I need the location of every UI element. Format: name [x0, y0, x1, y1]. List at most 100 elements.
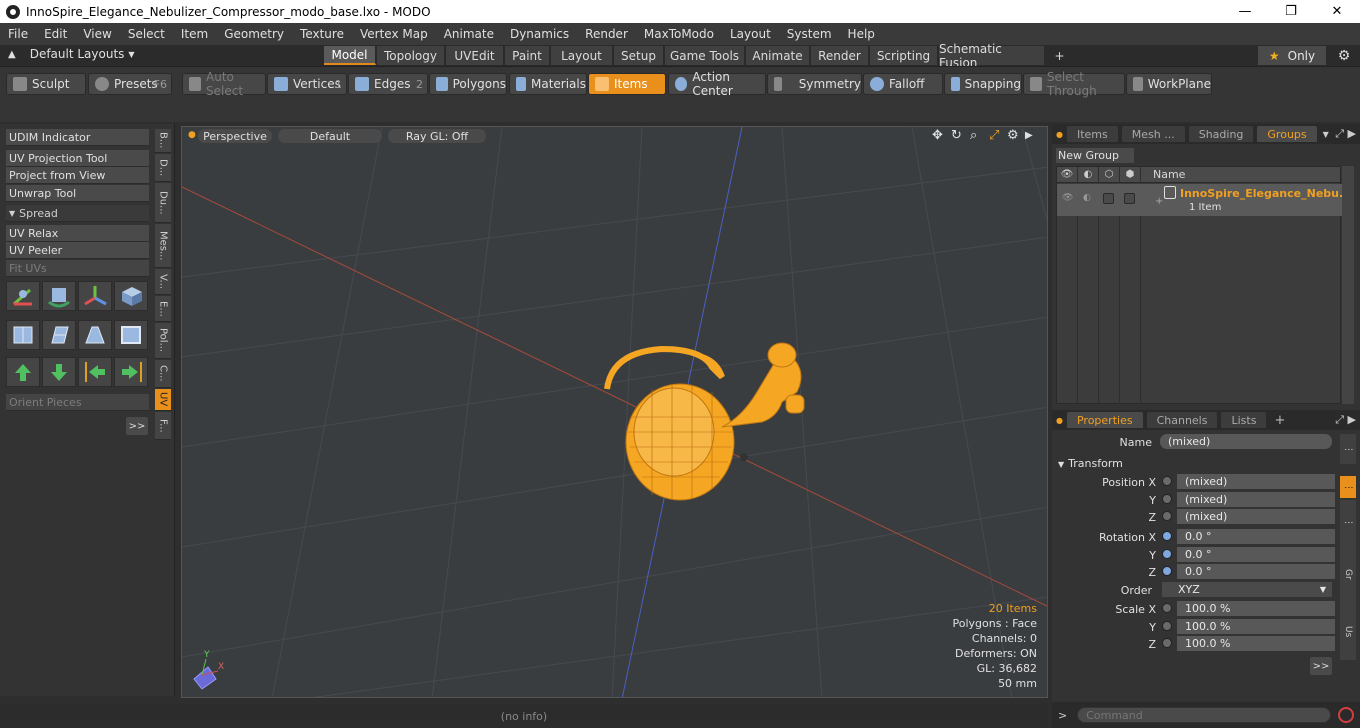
menu-render[interactable]: Render	[577, 27, 636, 41]
add-layout-tab-button[interactable]: +	[1046, 46, 1074, 65]
tab-properties[interactable]: Properties	[1066, 412, 1143, 428]
spread-section[interactable]: ▼ Spread	[6, 205, 149, 222]
side-strip-mid[interactable]: ⋮	[1340, 500, 1356, 544]
viewport-gear-icon[interactable]: ⚙	[1007, 128, 1019, 143]
select-through-button[interactable]: Select Through	[1023, 70, 1125, 98]
tab-paint[interactable]: Paint	[505, 46, 550, 65]
more-tools-button[interactable]: >>	[126, 417, 148, 435]
zoom-icon[interactable]: ⌕	[970, 128, 977, 143]
align-right-arrow-icon[interactable]	[114, 357, 148, 387]
more-properties-button[interactable]: >>	[1310, 657, 1332, 675]
tab-setup[interactable]: Setup	[614, 46, 664, 65]
command-stop-icon[interactable]	[1338, 707, 1354, 723]
collapse-up-icon[interactable]: ▲	[8, 49, 16, 60]
snapping-button[interactable]: Snapping	[944, 73, 1022, 95]
menu-vertex-map[interactable]: Vertex Map	[352, 27, 436, 41]
menu-help[interactable]: Help	[840, 27, 883, 41]
perspective-dropdown[interactable]: Perspective	[198, 129, 272, 143]
rotation-z-field[interactable]: 0.0 °	[1177, 564, 1335, 579]
position-z-anim-dot[interactable]	[1162, 511, 1172, 521]
rotation-y-anim-dot[interactable]	[1162, 549, 1172, 559]
minimize-button[interactable]: —	[1222, 0, 1268, 23]
uv-projection-tool-button[interactable]: UV Projection Tool	[6, 150, 149, 167]
maximize-button[interactable]: ❐	[1268, 0, 1314, 23]
side-strip-us[interactable]: Us	[1340, 604, 1356, 660]
tab-scripting[interactable]: Scripting	[870, 46, 938, 65]
vtab-d[interactable]: D...	[155, 154, 171, 182]
menu-dynamics[interactable]: Dynamics	[502, 27, 577, 41]
uv-rotate-tool-icon[interactable]	[42, 281, 76, 311]
menu-item[interactable]: Item	[173, 27, 216, 41]
uv-peeler-button[interactable]: UV Peeler	[6, 242, 149, 259]
menu-maxtomodo[interactable]: MaxToModo	[636, 27, 722, 41]
align-left-arrow-icon[interactable]	[78, 357, 112, 387]
group-row[interactable]: 👁 ◐ + InnoSpire_Elegance_Nebu... 1 Item	[1057, 184, 1352, 216]
position-y-anim-dot[interactable]	[1162, 494, 1172, 504]
align-up-arrow-icon[interactable]	[6, 357, 40, 387]
menu-texture[interactable]: Texture	[292, 27, 352, 41]
vtab-f[interactable]: F...	[155, 412, 171, 440]
vtab-pol[interactable]: Pol...	[155, 323, 171, 359]
menu-edit[interactable]: Edit	[36, 27, 75, 41]
presets-button[interactable]: Presets F6	[88, 73, 172, 95]
menu-system[interactable]: System	[779, 27, 840, 41]
uv-box-projection-icon[interactable]	[6, 320, 40, 350]
menu-file[interactable]: File	[0, 27, 36, 41]
fit-uvs-button[interactable]: Fit UVs	[6, 260, 149, 277]
sculpt-button[interactable]: Sculpt	[6, 73, 86, 95]
command-input[interactable]	[1077, 707, 1332, 723]
vertices-button[interactable]: Vertices 1	[267, 73, 347, 95]
uv-move-tool-icon[interactable]	[78, 281, 112, 311]
project-from-view-button[interactable]: Project from View	[6, 167, 149, 184]
order-dropdown[interactable]: XYZ ▼	[1162, 582, 1332, 597]
vtab-uv[interactable]: UV	[155, 389, 171, 411]
scale-x-anim-dot[interactable]	[1162, 603, 1172, 613]
tab-layout[interactable]: Layout	[551, 46, 613, 65]
orient-pieces-button[interactable]: Orient Pieces	[6, 394, 149, 411]
close-button[interactable]: ✕	[1314, 0, 1360, 23]
row-render-icon[interactable]: ◐	[1083, 193, 1094, 204]
rotate-view-icon[interactable]: ↻	[951, 128, 962, 143]
menu-view[interactable]: View	[75, 27, 119, 41]
falloff-button[interactable]: Falloff	[863, 73, 943, 95]
vtab-c[interactable]: C...	[155, 360, 171, 388]
position-x-anim-dot[interactable]	[1162, 476, 1172, 486]
visibility-eye-icon[interactable]: 👁	[1057, 166, 1078, 183]
materials-button[interactable]: Materials	[509, 73, 587, 95]
row-eye-icon[interactable]: 👁	[1062, 193, 1073, 204]
position-z-field[interactable]: (mixed)	[1177, 509, 1335, 524]
side-strip-active[interactable]: ⋮	[1340, 476, 1356, 498]
tab-uvedit[interactable]: UVEdit	[446, 46, 504, 65]
properties-dot-icon[interactable]: ●	[1056, 416, 1063, 425]
row-select-checkbox[interactable]	[1124, 193, 1135, 204]
menu-animate[interactable]: Animate	[436, 27, 502, 41]
tab-groups[interactable]: Groups	[1257, 126, 1317, 142]
polygons-button[interactable]: Polygons	[429, 73, 507, 95]
tab-schematic-fusion[interactable]: Schematic Fusion	[939, 42, 1045, 70]
rotation-z-anim-dot[interactable]	[1162, 566, 1172, 576]
symmetry-button[interactable]: Symmetry	[767, 73, 862, 95]
name-input[interactable]: (mixed)	[1160, 434, 1332, 449]
menu-layout[interactable]: Layout	[722, 27, 779, 41]
panel-dot-icon[interactable]: ●	[1056, 130, 1063, 139]
properties-expand-icon[interactable]: ⤢ ▶	[1335, 413, 1356, 427]
select-icon[interactable]: ⬢	[1120, 166, 1141, 183]
3d-viewport[interactable]: Y X ● Perspective Default Ray GL: Off ✥ …	[181, 126, 1048, 698]
menu-geometry[interactable]: Geometry	[216, 27, 292, 41]
vtab-v[interactable]: V...	[155, 269, 171, 295]
edges-button[interactable]: Edges 2	[348, 73, 428, 95]
tab-game-tools[interactable]: Game Tools	[665, 46, 745, 65]
udim-indicator-button[interactable]: UDIM Indicator	[6, 129, 149, 146]
uv-frame-icon[interactable]	[114, 320, 148, 350]
side-strip-top[interactable]: ⋮	[1340, 434, 1356, 464]
rotation-y-field[interactable]: 0.0 °	[1177, 547, 1335, 562]
rotation-x-anim-dot[interactable]	[1162, 531, 1172, 541]
default-layouts-dropdown[interactable]: ▲ Default Layouts ▼	[8, 47, 135, 61]
shading-dropdown[interactable]: Default	[278, 129, 382, 143]
groups-scrollbar[interactable]	[1342, 166, 1354, 404]
tabs-menu-chevron-icon[interactable]: ▼	[1323, 130, 1329, 139]
lock-icon[interactable]: ⬡	[1099, 166, 1120, 183]
vtab-mesh[interactable]: Mes...	[155, 224, 171, 268]
uv-transform-tool-icon[interactable]	[6, 281, 40, 311]
uv-relax-button[interactable]: UV Relax	[6, 225, 149, 242]
